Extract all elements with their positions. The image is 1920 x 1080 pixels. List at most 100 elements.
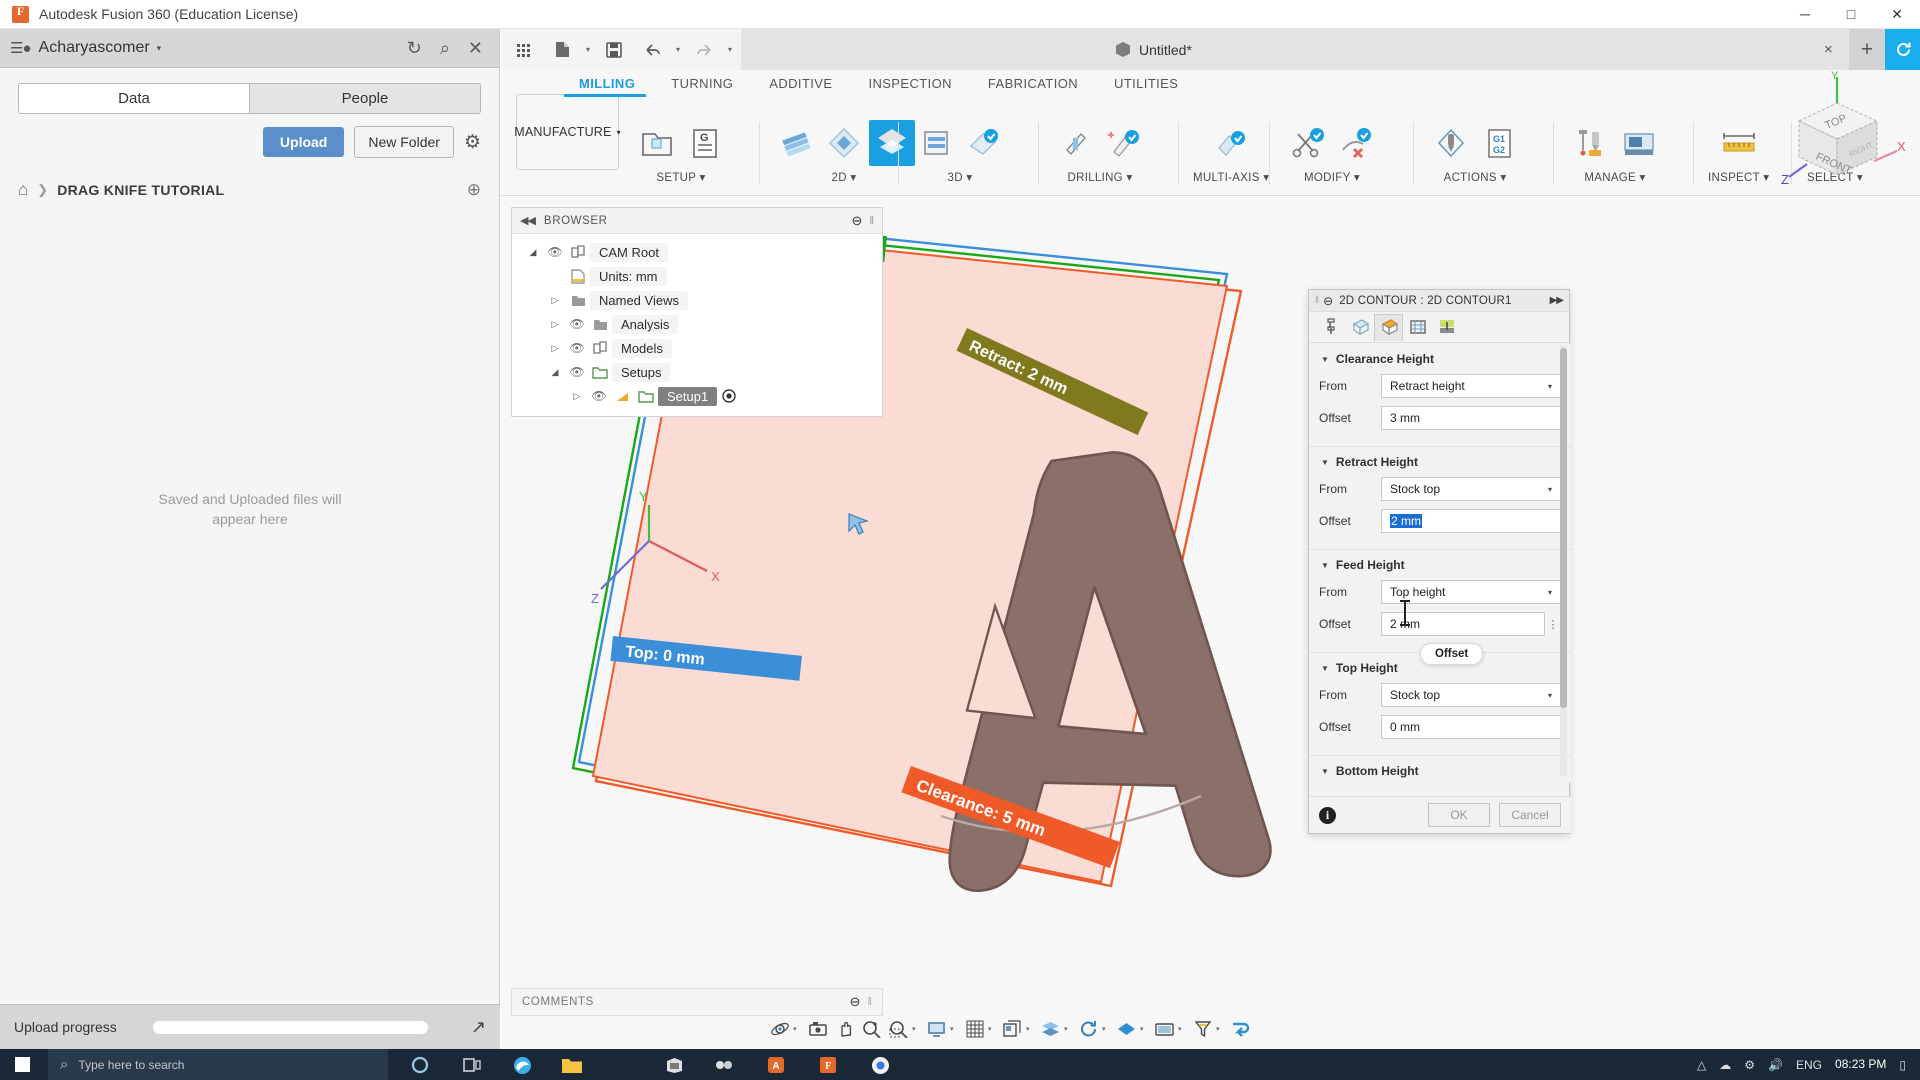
ok-button[interactable]: OK xyxy=(1428,803,1490,827)
popout-icon[interactable]: ↗ xyxy=(471,1017,486,1038)
viewcube[interactable]: Y X Z TOP FRONT RIGHT xyxy=(1779,69,1906,187)
home-icon[interactable]: ⌂ xyxy=(18,180,28,200)
machine-library-icon[interactable] xyxy=(1616,120,1662,166)
more-options-kebab-icon[interactable]: ⋮ xyxy=(1545,620,1561,631)
measure-icon[interactable] xyxy=(1716,120,1762,166)
face-icon[interactable] xyxy=(773,120,819,166)
ribbon-tab-milling[interactable]: MILLING xyxy=(561,72,653,94)
new-tab-button[interactable]: + xyxy=(1849,29,1885,70)
passes-tab[interactable] xyxy=(1403,314,1432,341)
show-desktop-icon[interactable]: ▯ xyxy=(1899,1058,1906,1072)
section-caret-icon[interactable]: ▼ xyxy=(1321,561,1329,570)
refresh-icon[interactable]: ↻ xyxy=(407,38,422,59)
visibility-eye-icon[interactable]: 👁 xyxy=(566,365,588,379)
orbit-icon[interactable] xyxy=(766,1016,793,1043)
adaptive-2d-icon[interactable] xyxy=(821,120,867,166)
layers-caret-icon[interactable]: ▾ xyxy=(1064,1025,1075,1033)
swarf-icon[interactable] xyxy=(1208,120,1254,166)
setup-group-caret-icon[interactable]: ▾ xyxy=(700,172,706,184)
tree-node-setup1[interactable]: ▷ 👁 Setup1 xyxy=(512,384,882,408)
twisty-closed-icon[interactable]: ▷ xyxy=(566,391,588,402)
tree-node-setups[interactable]: ◢ 👁 Setups xyxy=(512,360,882,384)
new-folder-button[interactable]: New Folder xyxy=(354,126,454,158)
twisty-open-icon[interactable]: ◢ xyxy=(522,247,544,258)
undo-icon[interactable] xyxy=(633,29,671,70)
taskbar-app-edge-icon[interactable] xyxy=(498,1051,546,1079)
section-caret-icon[interactable]: ▼ xyxy=(1321,664,1329,673)
layers-icon[interactable] xyxy=(1037,1016,1064,1043)
drill-icon[interactable] xyxy=(1053,120,1099,166)
refresh-view-icon[interactable] xyxy=(1075,1016,1102,1043)
drilling-group-caret-icon[interactable]: ▾ xyxy=(1126,172,1132,184)
tray-language[interactable]: ENG xyxy=(1796,1058,1822,1072)
2d-group-caret-icon[interactable]: ▾ xyxy=(850,172,856,184)
ribbon-tab-turning[interactable]: TURNING xyxy=(653,72,751,94)
twisty-closed-icon[interactable]: ▷ xyxy=(544,295,566,306)
app-grid-icon[interactable] xyxy=(505,29,543,70)
grid-snap-icon[interactable] xyxy=(961,1016,988,1043)
tool-library-icon[interactable] xyxy=(1568,120,1614,166)
properties-dialog-header[interactable]: ‖ ⊖ 2D CONTOUR : 2D CONTOUR1 ▶▶ xyxy=(1309,290,1569,312)
taskbar-app-taskview-icon[interactable] xyxy=(448,1051,496,1079)
refresh-job-status-icon[interactable] xyxy=(1885,29,1920,70)
team-name[interactable]: Acharyascomer xyxy=(39,39,150,57)
breadcrumb-folder-name[interactable]: DRAG KNIFE TUTORIAL xyxy=(57,182,224,198)
info-icon[interactable]: i xyxy=(1319,806,1336,824)
look-at-icon[interactable] xyxy=(804,1016,831,1043)
dropdown-retract-from[interactable]: Stock top ▾ xyxy=(1381,477,1561,501)
dropdown-top-from[interactable]: Stock top ▾ xyxy=(1381,683,1561,707)
tree-node-named-views[interactable]: ▷ Named Views xyxy=(512,288,882,312)
maximize-button[interactable]: □ xyxy=(1828,0,1874,29)
section-caret-icon[interactable]: ▼ xyxy=(1321,458,1329,467)
minimize-button[interactable]: ─ xyxy=(1782,0,1828,29)
simulate-icon[interactable] xyxy=(1428,120,1474,166)
filter-icon[interactable] xyxy=(1189,1016,1216,1043)
pan-icon[interactable] xyxy=(831,1016,858,1043)
screenshot-icon[interactable] xyxy=(1151,1016,1178,1043)
taskbar-search[interactable]: ⌕ Type here to search xyxy=(48,1049,388,1080)
tree-node-models[interactable]: ▷ 👁 Models xyxy=(512,336,882,360)
taskbar-app-photoshop-icon[interactable]: A xyxy=(752,1051,800,1079)
visibility-eye-icon[interactable]: 👁 xyxy=(544,245,566,259)
expand-dialog-icon[interactable]: ▶▶ xyxy=(1550,295,1564,306)
trim-icon[interactable] xyxy=(1285,120,1331,166)
orbit-caret-icon[interactable]: ▾ xyxy=(793,1025,804,1033)
undo-caret-icon[interactable]: ▾ xyxy=(671,45,685,54)
redo-icon[interactable] xyxy=(685,29,723,70)
ribbon-tab-fabrication[interactable]: FABRICATION xyxy=(970,72,1096,94)
screenshot-caret-icon[interactable]: ▾ xyxy=(1178,1025,1189,1033)
thread-mill-icon[interactable] xyxy=(1101,120,1147,166)
tree-node-analysis[interactable]: ▷ 👁 Analysis xyxy=(512,312,882,336)
modify-group-caret-icon[interactable]: ▾ xyxy=(1354,172,1360,184)
appearance-icon[interactable] xyxy=(1113,1016,1140,1043)
document-tab-close-icon[interactable]: × xyxy=(1824,41,1833,58)
input-retract-offset[interactable]: 2 mm xyxy=(1381,509,1561,533)
ribbon-tab-utilities[interactable]: UTILITIES xyxy=(1096,72,1196,94)
tree-node-units[interactable]: Units: mm xyxy=(512,264,882,288)
inspect-group-caret-icon[interactable]: ▾ xyxy=(1763,172,1769,184)
display-settings-icon[interactable] xyxy=(923,1016,950,1043)
tray-network-icon[interactable]: ⚙ xyxy=(1744,1058,1755,1072)
viewports-caret-icon[interactable]: ▾ xyxy=(1026,1025,1037,1033)
taskbar-app-chrome-icon[interactable] xyxy=(856,1051,904,1079)
animate-icon[interactable] xyxy=(1227,1016,1254,1043)
redo-caret-icon[interactable]: ▾ xyxy=(723,45,737,54)
taskbar-clock[interactable]: 08:23 PM xyxy=(1835,1057,1886,1072)
visibility-eye-icon[interactable]: 👁 xyxy=(588,389,610,403)
properties-dialog-body[interactable]: ▼ Clearance Height From Retract height ▾… xyxy=(1309,344,1571,782)
tray-volume-icon[interactable]: 🔊 xyxy=(1768,1058,1783,1072)
start-button[interactable] xyxy=(0,1049,45,1080)
chevron-down-icon[interactable]: ▾ xyxy=(157,43,162,54)
taskbar-app-fusion-icon[interactable]: F xyxy=(804,1051,852,1079)
display-settings-caret-icon[interactable]: ▾ xyxy=(950,1025,961,1033)
zoom-icon[interactable] xyxy=(858,1016,885,1043)
minimize-browser-icon[interactable]: ⊖ xyxy=(852,213,863,229)
taskbar-app-slicer-icon[interactable] xyxy=(700,1051,748,1079)
dialog-grip-icon[interactable]: ‖ xyxy=(1315,295,1319,306)
appearance-caret-icon[interactable]: ▾ xyxy=(1140,1025,1151,1033)
dropdown-clearance-from[interactable]: Retract height ▾ xyxy=(1381,374,1561,398)
twisty-closed-icon[interactable]: ▷ xyxy=(544,343,566,354)
filter-caret-icon[interactable]: ▾ xyxy=(1216,1025,1227,1033)
post-process-g1-g2-icon[interactable]: G1 G2 xyxy=(1476,120,1522,166)
taskbar-app-store-icon[interactable] xyxy=(650,1051,698,1079)
